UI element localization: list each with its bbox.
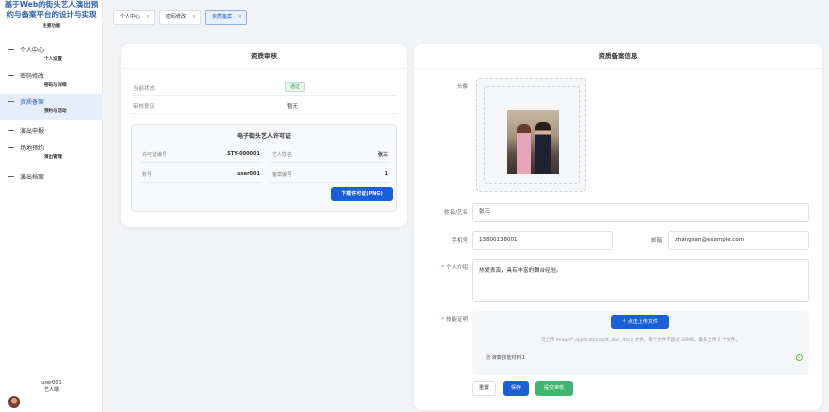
opinion-row: 审核意见 暂无 <box>131 97 397 114</box>
tab-label: 密码修改 <box>166 14 187 20</box>
license-no-value: STY-000001 <box>227 151 260 157</box>
record-no-cell: 备案编号 1 <box>270 167 390 183</box>
sidebar-item-label: 场地预约 <box>20 144 45 152</box>
review-card: 资质审核 当前状态 通过 审核意见 暂无 电子街头艺人许可证 许可证编号 STY… <box>121 44 407 227</box>
sidebar-item-sub[interactable]: 预约与活动 <box>8 108 103 116</box>
sidebar-item-sub[interactable]: 演出管理 <box>8 154 103 162</box>
close-icon[interactable]: × <box>146 11 150 24</box>
check-icon: ✓ <box>796 354 803 361</box>
dash-icon <box>8 146 14 148</box>
email-input[interactable]: zhangsan@example.com <box>668 231 809 250</box>
intro-textarea[interactable]: 热爱表演，具有丰富的舞台经验。 <box>472 259 809 302</box>
record-no-value: 1 <box>384 171 388 177</box>
tab-qualification[interactable]: 资质备案 × <box>205 10 247 25</box>
artist-name-cell: 艺人姓名 张三 <box>270 147 390 163</box>
tab-bar: 个人中心 × 密码修改 × 资质备案 × <box>103 0 829 36</box>
download-license-button[interactable]: 下载许可证(PNG) <box>331 187 393 201</box>
skill-upload-area: ⇡ 点击上传文件 可上传 image/*,application/pdf,.do… <box>472 311 809 375</box>
opinion-value: 暂无 <box>287 104 299 110</box>
reset-button[interactable]: 重置 <box>472 381 496 396</box>
sidebar-item-venue-booking[interactable]: 场地预约 演出管理 <box>0 140 103 166</box>
intro-label-text: 个人介绍 <box>445 265 468 271</box>
license-no-cell: 许可证编号 STY-000001 <box>140 147 262 163</box>
dash-icon <box>8 100 14 102</box>
phone-input[interactable]: 13800138001 <box>472 231 613 250</box>
upload-button-label: 点击上传文件 <box>627 319 658 325</box>
avatar[interactable] <box>8 396 20 408</box>
photo-figure <box>535 122 551 174</box>
record-no-label: 备案编号 <box>272 172 293 178</box>
close-icon[interactable]: × <box>192 11 196 24</box>
sidebar-item-qualification[interactable]: 资质备案 预约与活动 <box>0 94 103 120</box>
name-label: 姓名/艺名 <box>444 210 468 216</box>
sidebar-item-sub[interactable]: 密码与详细 <box>8 82 103 90</box>
opinion-label: 审核意见 <box>133 104 156 110</box>
sidebar-item-label: 演出申报 <box>20 127 45 135</box>
sidebar-item-performance-archive[interactable]: 演出档案 <box>0 166 103 186</box>
review-card-title: 资质审核 <box>121 44 407 69</box>
tab-label: 资质备案 <box>212 14 233 20</box>
sidebar-item-password[interactable]: 密码修改 密码与详细 <box>0 68 103 94</box>
phone-label: 手机号 <box>451 238 468 244</box>
status-row: 当前状态 通过 <box>131 79 397 96</box>
sidebar-item-personal-center[interactable]: 个人中心 个人设置 <box>0 42 103 68</box>
sidebar-item-performance-apply[interactable]: 演出申报 <box>0 120 103 140</box>
side-menu: 个人中心 个人设置 密码修改 密码与详细 资质备案 预约与活动 演出申报 场地预… <box>0 42 103 186</box>
sidebar-item-label: 演出档案 <box>20 173 45 181</box>
user-area[interactable]: user001 艺人端 <box>0 376 103 412</box>
artist-name-label: 艺人姓名 <box>272 152 293 158</box>
sidebar-item-label: 资质备案 <box>20 98 45 106</box>
avatar-uploader[interactable] <box>476 78 586 192</box>
form-card-title: 资质备案信息 <box>414 44 822 69</box>
account-label: 账号 <box>142 172 153 178</box>
account-cell: 账号 user001 <box>140 167 262 183</box>
dash-icon <box>8 74 14 76</box>
sidebar-item-label: 密码修改 <box>20 72 45 80</box>
app-title-text: 基于Web的街头艺人演出预约与备案平台的设计与实现 <box>4 0 99 19</box>
status-badge: 通过 <box>285 82 306 92</box>
app-title: 基于Web的街头艺人演出预约与备案平台的设计与实现 主要功能 <box>0 0 103 32</box>
skill-label: * 技能证明 <box>441 317 468 323</box>
artist-name-value: 张三 <box>377 152 388 158</box>
photo-figure <box>517 124 531 174</box>
skill-label-text: 技能证明 <box>445 317 468 323</box>
dash-icon <box>8 48 14 50</box>
close-icon[interactable]: × <box>238 11 242 24</box>
qualification-form-card: 资质备案信息 头像 姓名/艺名 张三 手机号 13800138001 邮箱 zh… <box>414 44 822 410</box>
app-subtitle: 主要功能 <box>42 24 61 29</box>
submit-review-button[interactable]: 提交审核 <box>535 381 573 396</box>
sidebar-item-sub[interactable]: 个人设置 <box>8 56 103 64</box>
avatar-label: 头像 <box>456 84 468 90</box>
tab-label: 个人中心 <box>120 14 141 20</box>
tab-personal-center[interactable]: 个人中心 × <box>113 10 155 25</box>
tab-password[interactable]: 密码修改 × <box>159 10 201 25</box>
email-label: 邮箱 <box>650 238 662 244</box>
upload-button[interactable]: ⇡ 点击上传文件 <box>611 315 669 329</box>
sidebar: 基于Web的街头艺人演出预约与备案平台的设计与实现 主要功能 个人中心 个人设置… <box>0 0 103 412</box>
save-button[interactable]: 保存 <box>503 381 529 396</box>
license-no-label: 许可证编号 <box>142 152 168 158</box>
account-value: user001 <box>237 171 260 177</box>
intro-label: * 个人介绍 <box>441 265 468 271</box>
avatar-upload-frame <box>484 86 580 184</box>
dash-icon <box>8 175 14 177</box>
name-input[interactable]: 张三 <box>472 203 809 222</box>
uploaded-file[interactable]: 🗎 演奏技能材料1 <box>486 354 525 363</box>
avatar-photo <box>507 110 559 174</box>
status-label: 当前状态 <box>133 86 156 92</box>
user-role: 艺人端 <box>43 387 59 393</box>
user-name: user001 <box>41 380 62 386</box>
license-title: 电子街头艺人许可证 <box>236 133 291 140</box>
sidebar-item-label: 个人中心 <box>20 46 45 54</box>
user-info: user001 艺人端 <box>0 380 103 394</box>
file-name: 演奏技能材料1 <box>491 355 525 361</box>
upload-hint: 可上传 image/*,application/pdf,.doc,.docx 文… <box>540 338 741 343</box>
dash-icon <box>8 129 14 131</box>
